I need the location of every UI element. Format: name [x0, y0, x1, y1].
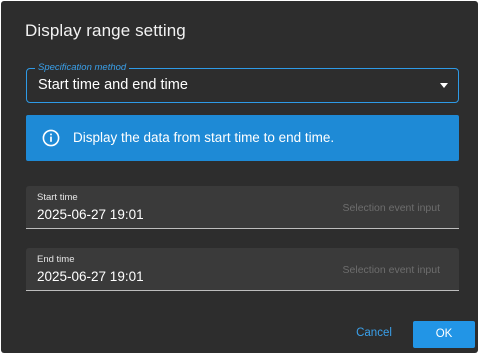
cancel-button[interactable]: Cancel — [349, 321, 399, 345]
info-icon — [42, 129, 60, 147]
dialog-title: Display range setting — [25, 21, 186, 40]
info-banner: Display the data from start time to end … — [26, 115, 459, 161]
specification-method-value: Start time and end time — [38, 77, 188, 93]
display-range-dialog: Display range setting Specification meth… — [1, 1, 478, 353]
start-time-label: Start time — [37, 192, 78, 203]
chevron-down-icon[interactable] — [440, 83, 448, 88]
specification-method-select[interactable]: Specification method Start time and end … — [26, 61, 459, 103]
end-time-hint: Selection event input — [342, 264, 440, 276]
specification-method-label: Specification method — [35, 61, 130, 75]
start-time-hint: Selection event input — [342, 202, 440, 214]
info-text: Display the data from start time to end … — [73, 130, 335, 145]
start-time-field[interactable]: Start time 2025-06-27 19:01 Selection ev… — [26, 186, 459, 229]
end-time-label: End time — [37, 254, 75, 265]
end-time-field[interactable]: End time 2025-06-27 19:01 Selection even… — [26, 248, 459, 291]
ok-button[interactable]: OK — [413, 321, 475, 348]
end-time-value[interactable]: 2025-06-27 19:01 — [37, 269, 144, 284]
start-time-value[interactable]: 2025-06-27 19:01 — [37, 207, 144, 222]
